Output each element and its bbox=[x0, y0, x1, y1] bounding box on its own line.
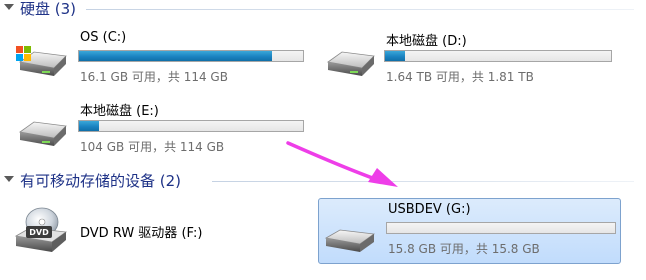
drive-e-space-info: 104 GB 可用，共 114 GB bbox=[80, 140, 225, 154]
drive-d-item[interactable]: 本地磁盘 (D:) 1.64 TB 可用，共 1.81 TB bbox=[322, 28, 622, 88]
collapse-triangle-icon[interactable] bbox=[4, 4, 14, 10]
drive-c-usage-fill bbox=[79, 51, 272, 61]
drive-c-space-info: 16.1 GB 可用，共 114 GB bbox=[80, 70, 228, 84]
hard-disks-title: 硬盘 (3) bbox=[20, 0, 77, 18]
usb-drive-g-item[interactable]: USBDEV (G:) 15.8 GB 可用，共 15.8 GB bbox=[322, 200, 620, 262]
drive-d-usage-bar bbox=[384, 50, 612, 62]
drive-e-item[interactable]: 本地磁盘 (E:) 104 GB 可用，共 114 GB bbox=[14, 98, 314, 158]
removable-storage-section-header[interactable]: 有可移动存储的设备 (2) bbox=[0, 170, 640, 192]
drive-e-name: 本地磁盘 (E:) bbox=[80, 104, 159, 119]
drive-d-name: 本地磁盘 (D:) bbox=[386, 34, 467, 49]
hard-disks-section-header[interactable]: 硬盘 (3) bbox=[0, 0, 640, 20]
drive-e-usage-fill bbox=[79, 121, 100, 131]
drive-d-space-info: 1.64 TB 可用，共 1.81 TB bbox=[386, 70, 534, 84]
drive-d-usage-fill bbox=[385, 51, 406, 61]
hard-drive-icon bbox=[326, 51, 375, 76]
removable-storage-title: 有可移动存储的设备 (2) bbox=[20, 172, 182, 190]
dvd-drive-f-item[interactable]: DVD DVD RW 驱动器 (F:) bbox=[12, 200, 302, 262]
hard-drive-icon bbox=[18, 121, 67, 146]
hard-drive-os-icon bbox=[16, 46, 67, 76]
usb-drive-g-name: USBDEV (G:) bbox=[388, 202, 471, 217]
collapse-triangle-icon[interactable] bbox=[4, 176, 14, 182]
usb-drive-g-space-info: 15.8 GB 可用，共 15.8 GB bbox=[388, 242, 540, 256]
drive-e-usage-bar bbox=[78, 120, 304, 132]
section-divider bbox=[86, 9, 634, 10]
drive-c-name: OS (C:) bbox=[80, 30, 127, 45]
usb-drive-icon bbox=[324, 229, 376, 252]
usb-drive-g-usage-bar bbox=[386, 222, 616, 234]
dvd-drive-f-name: DVD RW 驱动器 (F:) bbox=[80, 226, 203, 241]
drive-c-usage-bar bbox=[78, 50, 304, 62]
dvd-drive-icon: DVD bbox=[14, 207, 68, 252]
drive-c-item[interactable]: OS (C:) 16.1 GB 可用，共 114 GB bbox=[14, 28, 314, 88]
svg-text:DVD: DVD bbox=[29, 228, 49, 237]
section-divider bbox=[212, 181, 634, 182]
